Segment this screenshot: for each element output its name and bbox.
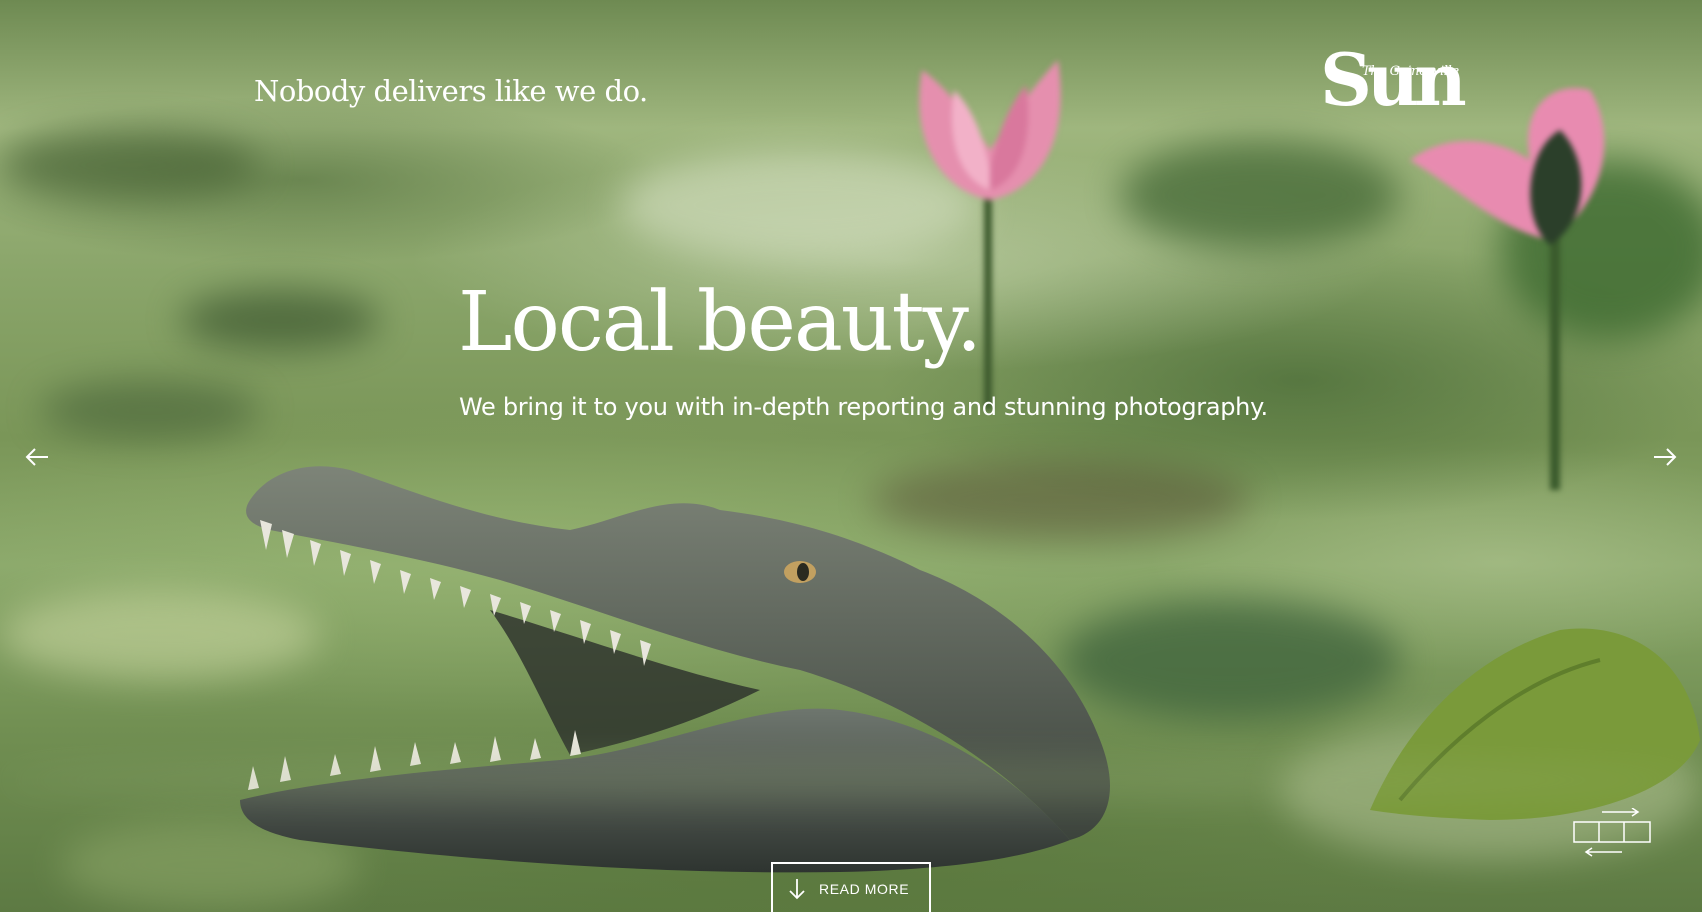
lotus-bud — [1410, 88, 1605, 490]
hero-title: Local beauty. — [458, 275, 982, 370]
arrow-left-icon[interactable] — [24, 446, 50, 468]
arrow-down-icon — [789, 879, 805, 900]
read-more-button[interactable]: READ MORE — [771, 862, 931, 912]
arrow-right-icon[interactable] — [1652, 446, 1678, 468]
site-logo[interactable]: Sun The Gainesville — [1320, 44, 1467, 130]
read-more-label: READ MORE — [819, 881, 910, 897]
logo-wordmark: Sun — [1320, 37, 1467, 122]
hero-subtitle: We bring it to you with in-depth reporti… — [459, 393, 1268, 421]
tagline: Nobody delivers like we do. — [254, 74, 648, 108]
alligator — [240, 466, 1110, 873]
layout-toggle-icon[interactable] — [1572, 807, 1652, 858]
logo-name: The Gainesville — [1362, 64, 1459, 79]
background-photo — [0, 0, 1702, 912]
slideshow-stage: Nobody delivers like we do. Sun The Gain… — [0, 0, 1702, 912]
